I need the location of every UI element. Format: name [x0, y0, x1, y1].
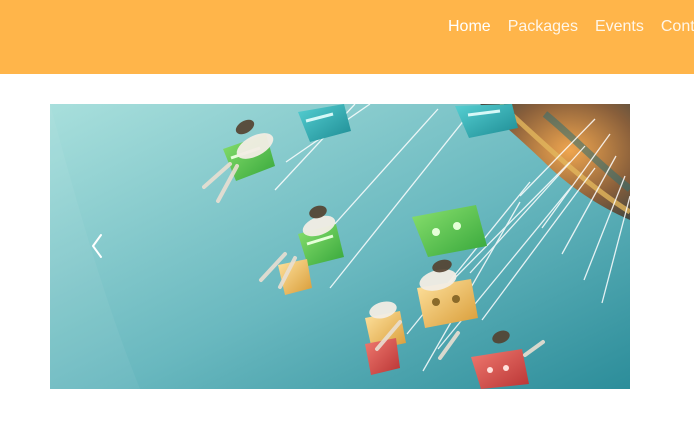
main-nav: Home Packages Events Conta — [448, 17, 694, 37]
nav-home-link[interactable]: Home — [448, 17, 491, 37]
chevron-left-icon — [92, 234, 102, 258]
carousel-previous-button[interactable] — [86, 228, 108, 264]
page: Home Packages Events Conta — [0, 0, 694, 438]
nav-contact-link[interactable]: Conta — [661, 17, 694, 37]
header-bar: Home Packages Events Conta — [0, 0, 694, 74]
nav-events-link[interactable]: Events — [595, 17, 644, 37]
nav-packages-link[interactable]: Packages — [508, 17, 578, 37]
swing-ride-photo — [50, 104, 630, 389]
hero-image-carousel — [50, 104, 630, 389]
